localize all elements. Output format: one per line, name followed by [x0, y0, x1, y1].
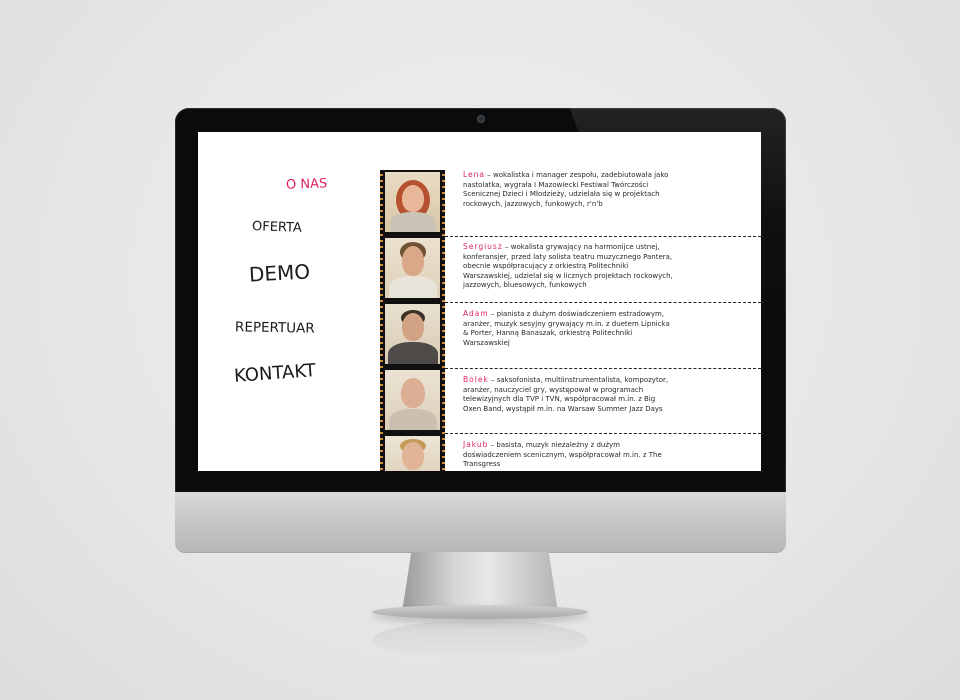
nav-oferta[interactable]: OFERTA: [252, 219, 302, 236]
member-name[interactable]: Sergiusz: [463, 242, 503, 251]
member-description: – basista, muzyk niezależny z dużym dośw…: [463, 441, 662, 468]
photo-jakub: [385, 436, 440, 471]
member-description: – wokalistka i manager zespołu, zadebiu­…: [463, 171, 669, 208]
member-name[interactable]: Lena: [463, 170, 485, 179]
monitor-stand: [402, 552, 558, 612]
nav-demo[interactable]: DEMO: [248, 259, 310, 286]
photo-adam: [385, 304, 440, 364]
film-perforations-right: [442, 170, 445, 471]
website-screen: O NAS OFERTA DEMO REPERTUAR KONTAKT Lena…: [198, 132, 761, 471]
photo-bolek: [385, 370, 440, 430]
dashed-divider: [445, 236, 761, 237]
dashed-divider: [445, 302, 761, 303]
member-description: – pianista z dużym doświadczeniem estra­…: [463, 310, 670, 347]
member-name[interactable]: Bolek: [463, 375, 489, 384]
monitor-foot: [372, 605, 588, 619]
dashed-divider: [445, 433, 761, 434]
member-bio-adam: Adam – pianista z dużym doświadczeniem e…: [463, 309, 675, 348]
member-name[interactable]: Jakub: [463, 440, 488, 449]
member-bio-sergiusz: Sergiusz – wokalista grywający na harmon…: [463, 242, 675, 291]
film-perforations-left: [380, 170, 383, 471]
member-bio-bolek: Bolek – saksofonista, multiinstrumentali…: [463, 375, 675, 414]
monitor-chin: [175, 492, 786, 552]
filmstrip: [380, 170, 445, 471]
member-name[interactable]: Adam: [463, 309, 489, 318]
camera-icon: [477, 115, 485, 123]
member-description: – saksofonista, multiinstrumentalista, k…: [463, 376, 669, 413]
dashed-divider: [445, 368, 761, 369]
nav-repertuar[interactable]: REPERTUAR: [235, 319, 315, 336]
member-bio-jakub: Jakub – basista, muzyk niezależny z duży…: [463, 440, 675, 470]
nav-kontakt[interactable]: KONTAKT: [233, 360, 316, 387]
nav-o-nas[interactable]: O NAS: [286, 176, 328, 192]
photo-lena: [385, 172, 440, 232]
stand-reflection: [372, 620, 588, 660]
member-bio-lena: Lena – wokalistka i manager zespołu, zad…: [463, 170, 675, 209]
photo-sergiusz: [385, 238, 440, 298]
